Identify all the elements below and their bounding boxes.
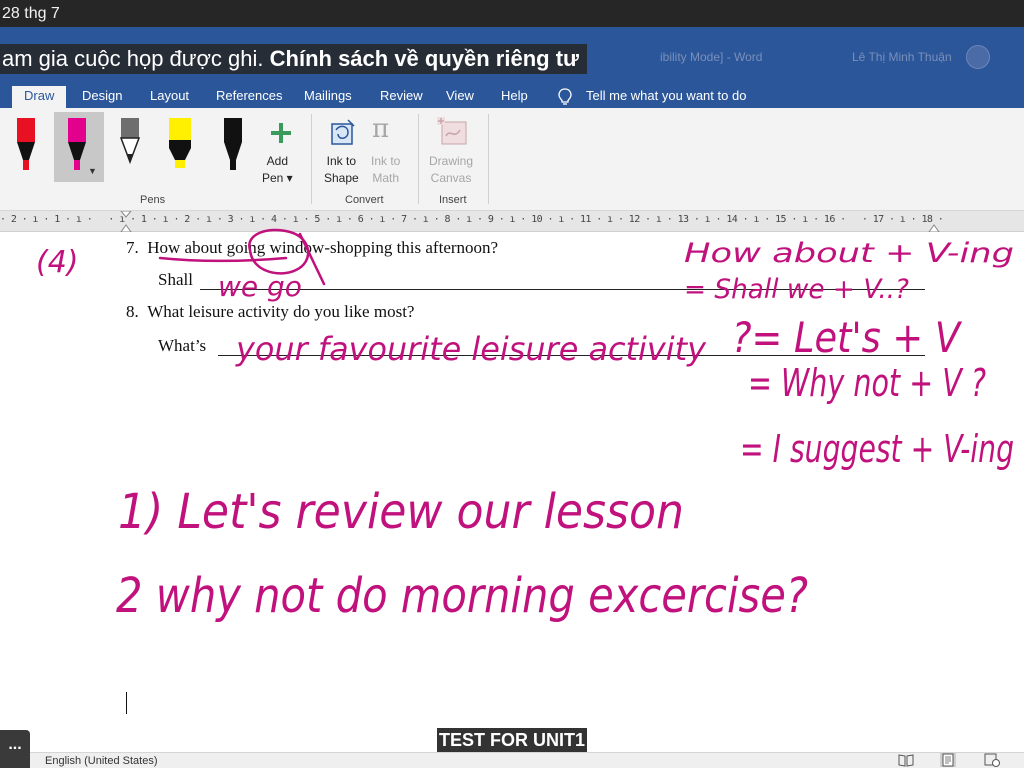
ink-shall-we: = Shall we + V..? — [684, 274, 909, 305]
web-layout-icon[interactable] — [984, 753, 1000, 767]
ink-lets: ?= Let's + V — [732, 313, 963, 362]
read-mode-icon[interactable] — [898, 753, 914, 767]
ink-circle-going — [248, 228, 310, 275]
video-caption: TEST FOR UNIT1 — [437, 728, 588, 752]
ink-how-about: How about + V-ing — [684, 238, 1014, 269]
language-indicator[interactable]: English (United States) — [45, 755, 158, 767]
ink-we-go: we go — [218, 270, 302, 303]
more-options-button[interactable]: ... — [0, 730, 30, 768]
ink-why-not: = Why not + V ? — [748, 361, 986, 405]
ink-label-4: (4) — [36, 245, 79, 280]
screen: 28 thg 7 ibility Mode] - Word Lê Thị Min… — [0, 0, 1024, 768]
ink-line-1: 1) Let's review our lesson — [118, 484, 684, 540]
word-status-bar: English (United States) — [0, 752, 1024, 768]
ink-favourite-activity: your favourite leisure activity — [235, 330, 707, 368]
ink-suggest: = I suggest + V-ing — [740, 427, 1014, 471]
ink-line-2: 2 why not do morning excercise? — [116, 568, 808, 624]
ink-layer: (4) we go How about + V-ing = Shall we +… — [36, 228, 1014, 624]
ink-underline-how-about — [158, 256, 288, 263]
ink-arrow-stroke — [298, 232, 326, 286]
print-layout-icon[interactable] — [940, 753, 956, 767]
